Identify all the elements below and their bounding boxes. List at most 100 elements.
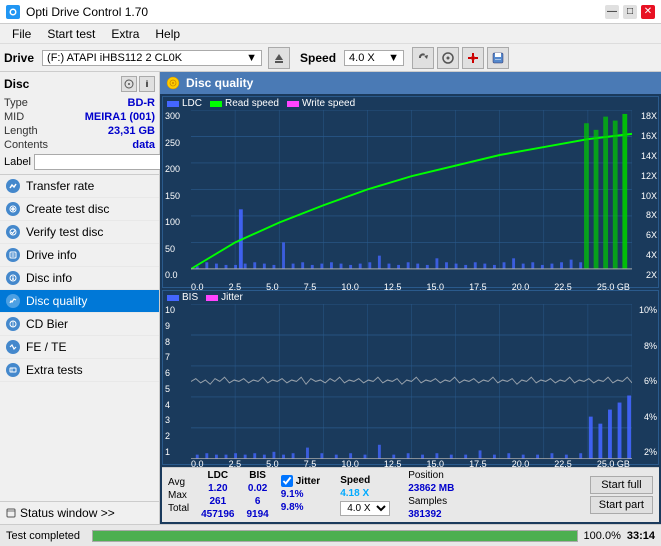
max-label: Max: [168, 490, 189, 501]
y-label: 6: [165, 369, 189, 378]
titlebar-left: Opti Drive Control 1.70: [6, 5, 148, 19]
status-bar-sidebar: Status window >>: [0, 501, 159, 524]
y-label: 4%: [633, 413, 657, 422]
status-window-icon: [6, 508, 16, 518]
samples-value: 381392: [408, 509, 454, 520]
disc-length-row: Length 23,31 GB: [4, 124, 155, 138]
mid-label: MID: [4, 111, 24, 123]
disc-label-input[interactable]: [34, 154, 168, 170]
maximize-button[interactable]: □: [623, 5, 637, 19]
bis-color: [167, 295, 179, 301]
chart2-area: 10 9 8 7 6 5 4 3 2 1: [163, 304, 658, 459]
x-label: 25.0 GB: [597, 459, 630, 469]
settings-button[interactable]: [462, 47, 484, 69]
sidebar: Disc i Type BD-R MID MEIRA1 (001) Length…: [0, 72, 160, 524]
start-buttons: Start full Start part: [590, 476, 653, 514]
close-button[interactable]: ✕: [641, 5, 655, 19]
bis-total: 9194: [247, 509, 269, 520]
speed-value: 4.0 X: [349, 52, 388, 64]
chart2-svg-container: [191, 304, 632, 459]
avg-label: Avg: [168, 477, 189, 488]
progress-bar-container: [92, 530, 578, 542]
stats-bar: Avg Max Total LDC 1.20 261 457196 BIS 0.…: [162, 467, 659, 522]
status-window-button[interactable]: Status window >>: [0, 502, 159, 524]
y-label: 10: [165, 306, 189, 315]
ldc-max: 261: [209, 496, 226, 507]
jitter-max: 9.8%: [281, 502, 320, 513]
disc-type-row: Type BD-R: [4, 96, 155, 110]
type-value: BD-R: [128, 97, 156, 109]
drive-selector[interactable]: (F:) ATAPI iHBS112 2 CL0K ▼: [42, 50, 262, 66]
nav-item-transfer-rate[interactable]: Transfer rate: [0, 175, 159, 198]
progress-percent: 100.0%: [584, 530, 621, 542]
y-label: 2X: [633, 271, 657, 280]
length-label: Length: [4, 125, 38, 137]
legend-bis-label: BIS: [182, 292, 198, 303]
jitter-checkbox[interactable]: [281, 475, 293, 487]
chart2-wrapper: BIS Jitter 10 9 8 7 6 5 4: [162, 290, 659, 465]
start-full-button[interactable]: Start full: [590, 476, 653, 494]
nav-item-cd-bier[interactable]: CD Bier: [0, 313, 159, 336]
y-label: 9: [165, 322, 189, 331]
disc-quality-icon: [6, 294, 20, 308]
speed-selector[interactable]: 4.0 X ▼: [344, 50, 404, 66]
legend-ldc-label: LDC: [182, 98, 202, 109]
menu-file[interactable]: File: [4, 26, 39, 42]
menu-help[interactable]: Help: [147, 26, 188, 42]
read-speed-color: [210, 101, 222, 107]
y-label: 150: [165, 192, 189, 201]
nav-item-fe-te[interactable]: FE / TE: [0, 336, 159, 359]
disc-info-icon[interactable]: i: [139, 76, 155, 92]
drive-label: Drive: [4, 51, 34, 65]
position-value: 23862 MB: [408, 483, 454, 494]
nav-item-label: Create test disc: [26, 202, 109, 216]
chart1-legend: LDC Read speed Write speed: [163, 97, 658, 110]
minimize-button[interactable]: —: [605, 5, 619, 19]
legend-read-speed-label: Read speed: [225, 98, 279, 109]
main-layout: Disc i Type BD-R MID MEIRA1 (001) Length…: [0, 72, 661, 524]
start-part-button[interactable]: Start part: [590, 496, 653, 514]
disc-title: Disc: [4, 77, 29, 91]
charts-container: LDC Read speed Write speed 300: [160, 94, 661, 524]
contents-label: Contents: [4, 139, 48, 151]
x-label: 7.5: [304, 459, 317, 469]
y-label: 6X: [633, 231, 657, 240]
jitter-header: Jitter: [296, 476, 320, 487]
app-title: Opti Drive Control 1.70: [26, 5, 148, 19]
y-label: 16X: [633, 132, 657, 141]
chart1-area: 300 250 200 150 100 50 0.0: [163, 110, 658, 282]
x-label: 2.5: [229, 459, 242, 469]
refresh-button[interactable]: [412, 47, 434, 69]
disc-action-button[interactable]: [437, 47, 459, 69]
nav-item-extra-tests[interactable]: Extra tests: [0, 359, 159, 382]
bis-avg: 0.02: [248, 483, 267, 494]
legend-write-speed-label: Write speed: [302, 98, 355, 109]
y-label: 4: [165, 401, 189, 410]
x-label: 15.0: [427, 459, 445, 469]
nav-item-disc-quality[interactable]: Disc quality: [0, 290, 159, 313]
legend-ldc: LDC: [167, 98, 202, 109]
menu-extra[interactable]: Extra: [103, 26, 147, 42]
nav-item-label: Disc info: [26, 271, 72, 285]
y-label: 6%: [633, 377, 657, 386]
disc-info-icon: [6, 271, 20, 285]
nav-item-create-test-disc[interactable]: Create test disc: [0, 198, 159, 221]
legend-bis: BIS: [167, 292, 198, 303]
speed-reading: 4.18 X: [340, 488, 390, 499]
samples-label: Samples: [408, 496, 454, 507]
label-label: Label: [4, 156, 31, 168]
y-label: 3: [165, 416, 189, 425]
eject-button[interactable]: [268, 47, 290, 69]
y-label: 8: [165, 338, 189, 347]
y-label: 2: [165, 432, 189, 441]
disc-load-icon[interactable]: [121, 76, 137, 92]
nav-item-disc-info[interactable]: Disc info: [0, 267, 159, 290]
menu-start-test[interactable]: Start test: [39, 26, 103, 42]
speed-unit-select[interactable]: 4.0 X 8.0 X: [340, 501, 390, 516]
nav-item-verify-test-disc[interactable]: Verify test disc: [0, 221, 159, 244]
type-label: Type: [4, 97, 28, 109]
menubar: File Start test Extra Help: [0, 24, 661, 44]
save-button[interactable]: [487, 47, 509, 69]
nav-item-drive-info[interactable]: Drive info: [0, 244, 159, 267]
speed-dropdown-icon: ▼: [388, 52, 399, 64]
